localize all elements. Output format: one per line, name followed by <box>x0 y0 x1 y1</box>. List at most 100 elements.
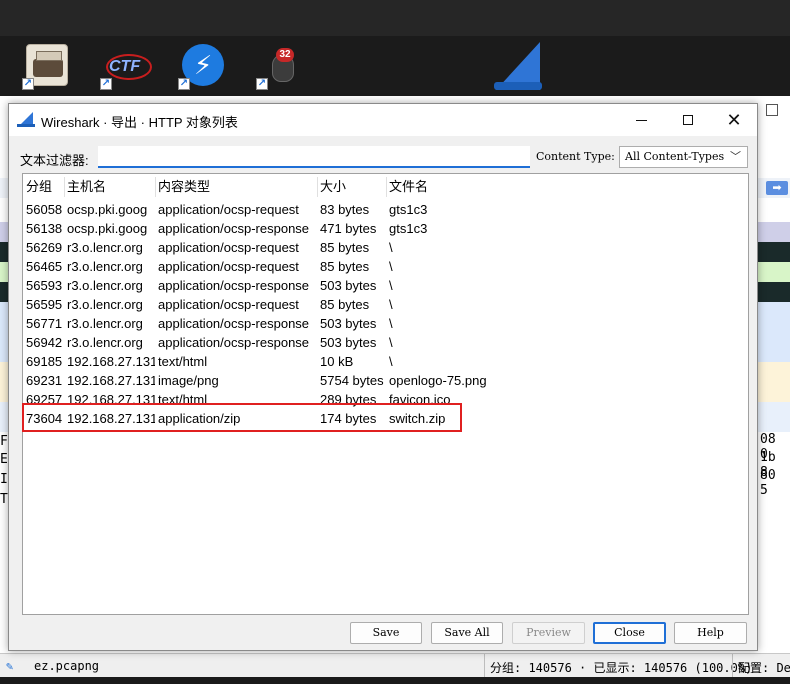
filter-row: 文本过滤器: Content Type: All Content-Types ﹀ <box>9 144 757 170</box>
table-cell: \ <box>389 240 393 255</box>
wireshark-desktop-icon[interactable] <box>490 42 546 92</box>
table-row[interactable]: 56465 r3.o.lencr.org application/ocsp-requ… <box>23 257 748 276</box>
table-cell: 503 bytes <box>320 335 377 350</box>
column-header-packet[interactable]: ︿ 分组 <box>23 174 64 200</box>
table-cell: 10 kB <box>320 354 354 369</box>
shortcut-arrow-icon: ↗ <box>100 78 112 90</box>
table-cell: 471 bytes <box>320 221 377 236</box>
shortcut-arrow-icon: ↗ <box>22 78 34 90</box>
table-cell: 56593 <box>26 278 63 293</box>
text-filter-input[interactable] <box>98 146 530 168</box>
bolt-app-icon[interactable]: ⚡ ↗ <box>178 42 228 94</box>
shortcut-arrow-icon: ↗ <box>256 78 268 90</box>
table-row[interactable]: 56138 ocsp.pki.goog application/ocsp-respo… <box>23 219 748 238</box>
table-cell: application/ocsp-request <box>158 240 299 255</box>
table-cell: 69185 <box>26 354 63 369</box>
table-cell: r3.o.lencr.org <box>67 297 143 312</box>
list-header: ︿ 分组 主机名 内容类型 大小 文件名 <box>23 174 748 200</box>
close-button[interactable]: Close <box>593 622 666 644</box>
bug-app-icon[interactable]: 32 ↗ <box>256 42 306 94</box>
table-cell: switch.zip <box>389 411 446 426</box>
sort-caret-icon: ︿ <box>40 177 48 186</box>
close-icon: ✕ <box>726 110 742 130</box>
status-bar: ✎ ez.pcapng 分组: 140576 · 已显示: 140576 (10… <box>0 653 790 678</box>
table-cell: \ <box>389 278 393 293</box>
table-cell: application/ocsp-request <box>158 259 299 274</box>
table-cell: r3.o.lencr.org <box>67 278 143 293</box>
export-http-objects-dialog: Wireshark · 导出 · HTTP 对象列表 ✕ 文本过滤器: Cont… <box>8 103 758 651</box>
table-cell: 192.168.27.131 <box>67 354 155 369</box>
table-cell: \ <box>389 335 393 350</box>
table-cell: 85 bytes <box>320 259 370 274</box>
table-cell: application/ocsp-request <box>158 202 299 217</box>
help-button[interactable]: Help <box>674 622 747 644</box>
table-row[interactable]: 69231 192.168.27.131 image/png 5754 bytes op… <box>23 371 748 390</box>
table-row[interactable]: 56942 r3.o.lencr.org application/ocsp-resp… <box>23 333 748 352</box>
table-cell: 192.168.27.131 <box>67 411 155 426</box>
maximize-button[interactable] <box>665 104 711 136</box>
table-row[interactable]: 56771 r3.o.lencr.org application/ocsp-resp… <box>23 314 748 333</box>
table-cell: 69257 <box>26 392 63 407</box>
table-cell: 83 bytes <box>320 202 370 217</box>
wireshark-fin-icon <box>17 112 35 128</box>
table-cell: 56942 <box>26 335 63 350</box>
table-cell: 56465 <box>26 259 63 274</box>
table-cell: application/ocsp-response <box>158 335 310 350</box>
table-row[interactable]: 56593 r3.o.lencr.org application/ocsp-resp… <box>23 276 748 295</box>
dialog-title: Wireshark · 导出 · HTTP 对象列表 <box>41 115 238 130</box>
table-cell: 69231 <box>26 373 63 388</box>
table-cell: favicon.ico <box>389 392 451 407</box>
table-cell: \ <box>389 297 393 312</box>
table-row[interactable]: 69257 192.168.27.131 text/html 289 bytes fav… <box>23 390 748 409</box>
minimize-button[interactable] <box>619 104 665 136</box>
table-cell: 5754 bytes <box>320 373 384 388</box>
table-cell: application/zip <box>158 411 241 426</box>
edit-icon[interactable]: ✎ <box>6 659 13 673</box>
column-header-hostname[interactable]: 主机名 <box>64 174 155 200</box>
table-cell: r3.o.lencr.org <box>67 335 143 350</box>
table-row[interactable]: 56269 r3.o.lencr.org application/ocsp-requ… <box>23 238 748 257</box>
table-cell: 56138 <box>26 221 63 236</box>
dialog-titlebar[interactable]: Wireshark · 导出 · HTTP 对象列表 ✕ <box>9 104 757 136</box>
content-type-select[interactable]: All Content-Types ﹀ <box>619 146 748 168</box>
table-row[interactable]: 69185 192.168.27.131 text/html 10 kB \ <box>23 352 748 371</box>
table-cell: gts1c3 <box>389 202 428 217</box>
close-window-button[interactable]: ✕ <box>711 104 757 136</box>
save-button[interactable]: Save <box>350 622 422 644</box>
table-row[interactable]: 56058 ocsp.pki.goog application/ocsp-reque… <box>23 200 748 219</box>
table-cell: 56058 <box>26 202 63 217</box>
arrow-right-icon[interactable]: ➡ <box>766 181 788 195</box>
table-cell: application/ocsp-response <box>158 221 310 236</box>
status-file: ez.pcapng <box>34 659 100 673</box>
table-row[interactable]: 56595 r3.o.lencr.org application/ocsp-requ… <box>23 295 748 314</box>
status-packets: 分组: 140576 · 已显示: 140576 (100.0%) <box>490 661 753 675</box>
column-header-content-type[interactable]: 内容类型 <box>155 174 317 200</box>
table-cell: 174 bytes <box>320 411 377 426</box>
bug-badge: 32 <box>276 48 294 62</box>
table-cell: ocsp.pki.goog <box>67 221 148 236</box>
table-cell: openlogo-75.png <box>389 373 487 388</box>
taskbar-edge <box>0 677 790 684</box>
table-cell: text/html <box>158 354 208 369</box>
desktop-icon-strip: ↗ CTF ↗ ⚡ ↗ 32 ↗ <box>0 36 790 96</box>
ctf-tool-icon[interactable]: CTF ↗ <box>100 42 152 94</box>
table-row[interactable]: 73604 192.168.27.131 application/zip 174 by… <box>23 409 748 428</box>
save-all-button[interactable]: Save All <box>431 622 503 644</box>
table-cell: 192.168.27.131 <box>67 373 155 388</box>
table-cell: application/ocsp-response <box>158 316 310 331</box>
bg-hex-line: 80 5 <box>760 468 776 498</box>
column-header-size[interactable]: 大小 <box>317 174 386 200</box>
table-cell: \ <box>389 259 393 274</box>
typewriter-app-icon[interactable]: ↗ <box>22 42 72 94</box>
status-profile[interactable]: 配置: De <box>738 659 790 676</box>
desktop-top-bar <box>0 0 790 36</box>
table-cell: \ <box>389 316 393 331</box>
table-cell: ocsp.pki.goog <box>67 202 148 217</box>
chevron-down-icon: ﹀ <box>730 150 741 163</box>
table-cell: 56595 <box>26 297 63 312</box>
column-header-filename[interactable]: 文件名 <box>386 174 586 200</box>
http-objects-list[interactable]: ︿ 分组 主机名 内容类型 大小 文件名 56058 ocsp.pki.goog ap… <box>22 173 749 615</box>
table-cell: text/html <box>158 392 208 407</box>
table-cell: \ <box>389 354 393 369</box>
preview-button[interactable]: Preview <box>512 622 585 644</box>
